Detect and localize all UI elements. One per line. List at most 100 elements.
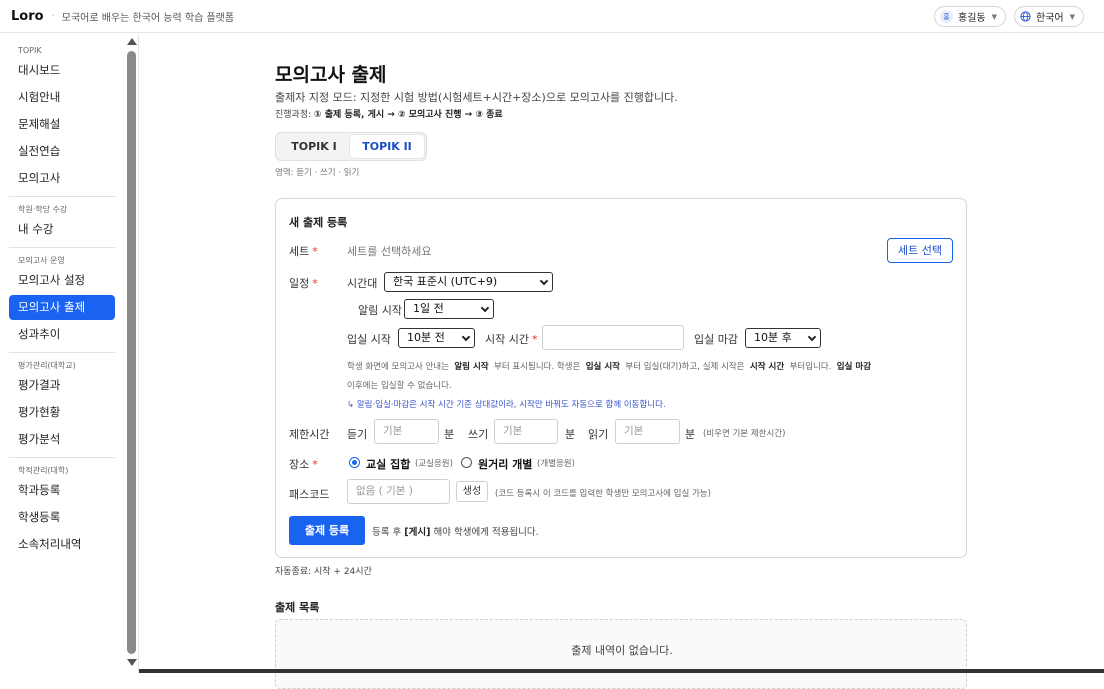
scrollbar-thumb[interactable]	[127, 51, 136, 654]
passcode-hint: (코드 등록시 이 코드를 입력한 학생만 모의고사에 입실 가능)	[495, 489, 711, 499]
sidebar-section-label: TOPIK	[18, 46, 42, 55]
time-limit-label: 제한시간	[289, 428, 330, 441]
reading-minute-unit: 분	[685, 428, 696, 441]
start-time-input[interactable]	[542, 325, 684, 350]
place-remote-label[interactable]: 원거리 개별	[478, 456, 532, 472]
sidebar-section-label: 모의고사 운영	[18, 256, 65, 265]
language-selector[interactable]: 한국어 ▼	[1014, 6, 1084, 27]
user-name: 홍길동	[958, 13, 986, 24]
chevron-down-icon	[539, 276, 549, 286]
sidebar-divider	[9, 352, 115, 353]
sidebar-item[interactable]: 시험안내	[9, 85, 115, 110]
page-description: 출제자 지정 모드: 지정한 시험 방법(시험세트+시간+장소)으로 모의고사를…	[275, 91, 678, 104]
submit-note: 등록 후 [게시] 해야 학생에게 적용됩니다.	[372, 527, 539, 538]
reading-time-input[interactable]: 기본	[615, 419, 680, 444]
sidebar-item[interactable]: 소속처리내역	[9, 532, 115, 557]
entry-start-select[interactable]: 10분 전	[398, 328, 475, 348]
tab-topik-2[interactable]: TOPIK II	[350, 135, 424, 158]
chevron-down-icon: ▼	[991, 12, 997, 21]
place-remote-radio[interactable]	[461, 457, 472, 468]
sidebar-section-label: 학적관리(대학)	[18, 466, 69, 475]
tagline: 모국어로 배우는 한국어 능력 학습 플랫폼	[61, 12, 235, 24]
sidebar-divider	[9, 247, 115, 248]
chevron-down-icon	[807, 332, 817, 342]
set-placeholder: 세트를 선택하세요	[347, 245, 432, 258]
sidebar-nav: TOPIK 대시보드 시험안내 문제해설 실전연습 모의고사학원·학당 수강내 수강모의고…	[9, 34, 115, 559]
timezone-label: 시간대	[347, 277, 378, 290]
select-set-button[interactable]: 세트 선택	[887, 238, 953, 263]
place-label: 장소 *	[289, 458, 318, 471]
auto-end-text: 자동종료: 시작 + 24시간	[275, 567, 372, 577]
sidebar-item[interactable]: 학생등록	[9, 505, 115, 530]
sidebar-item[interactable]: 실전연습	[9, 139, 115, 164]
time-limit-hint: (비우면 기본 제한시간)	[703, 429, 786, 439]
empty-message: 출제 내역이 없습니다.	[571, 644, 673, 657]
place-classroom-label[interactable]: 교실 집합	[366, 456, 410, 472]
page-title: 모의고사 출제	[275, 64, 387, 86]
sidebar-divider	[9, 457, 115, 458]
entry-start-label: 입실 시작	[347, 333, 391, 346]
schedule-label: 일정 *	[289, 277, 318, 290]
sidebar-item[interactable]: 대시보드	[9, 58, 115, 83]
listening-minute-unit: 분	[444, 428, 455, 441]
registration-list-empty: 출제 내역이 없습니다.	[275, 619, 967, 689]
set-label: 세트 *	[289, 245, 318, 258]
chevron-down-icon: ▼	[1069, 12, 1075, 21]
sidebar-item[interactable]: 성과추이	[9, 322, 115, 347]
sidebar-item[interactable]: 모의고사	[9, 166, 115, 191]
notify-start-label: 알림 시작	[358, 304, 402, 317]
new-registration-form: 새 출제 등록 세트 * 세트를 선택하세요 세트 선택 일정 * 시간대 한국 표…	[275, 198, 967, 558]
sidebar-item[interactable]: 문제해설	[9, 112, 115, 137]
listening-label: 듣기	[347, 428, 368, 441]
globe-icon	[1020, 11, 1031, 22]
generate-passcode-button[interactable]: 생성	[456, 481, 488, 502]
entry-end-label: 입실 마감	[694, 333, 738, 346]
writing-time-input[interactable]: 기본	[494, 419, 558, 444]
schedule-note-line2: 이후에는 입실할 수 없습니다.	[347, 381, 452, 391]
chevron-down-icon	[480, 303, 490, 313]
scroll-down-arrow-icon[interactable]	[127, 659, 137, 666]
start-time-label: 시작 시간 *	[485, 333, 538, 346]
language-label: 한국어	[1036, 13, 1064, 24]
place-classroom-sub: (교실응원)	[415, 459, 453, 469]
submit-registration-button[interactable]: 출제 등록	[289, 516, 365, 545]
tab-topik-1[interactable]: TOPIK I	[278, 135, 350, 158]
sidebar-item[interactable]: 평가결과	[9, 373, 115, 398]
entry-end-select[interactable]: 10분 후	[745, 328, 821, 348]
writing-label: 쓰기	[468, 428, 489, 441]
areas-text: 영역: 듣기 · 쓰기 · 읽기	[275, 168, 360, 178]
writing-minute-unit: 분	[565, 428, 576, 441]
schedule-note: 학생 화면에 모의고사 안내는 알림 시작 부터 표시됩니다. 학생은 입실 시…	[347, 362, 872, 372]
registration-list-title: 출제 목록	[275, 601, 320, 614]
listening-time-input[interactable]: 기본	[374, 419, 439, 444]
avatar: 홍	[940, 10, 953, 23]
sidebar-item[interactable]: 내 수강	[9, 217, 115, 242]
sidebar-section-label: 평가관리(대학교)	[18, 361, 76, 370]
sidebar-item[interactable]: 학과등록	[9, 478, 115, 503]
place-remote-sub: (개별응원)	[537, 459, 575, 469]
brand-separator: ·	[51, 10, 55, 22]
sidebar-divider	[9, 196, 115, 197]
sidebar-scrollbar[interactable]	[126, 34, 137, 673]
process-flow: 진행과정: ① 출제 등록, 게시 → ② 모의고사 진행 → ③ 종료	[275, 110, 503, 120]
sidebar-item[interactable]: 평가현황	[9, 400, 115, 425]
passcode-label: 패스코드	[289, 488, 330, 501]
sidebar-item[interactable]: 평가분석	[9, 427, 115, 452]
passcode-input[interactable]: 없음 ( 기본 )	[347, 479, 450, 504]
chevron-down-icon	[461, 332, 471, 342]
reading-label: 읽기	[588, 428, 609, 441]
bottom-overlay-strip	[139, 669, 1104, 673]
top-bar: Loro · 모국어로 배우는 한국어 능력 학습 플랫폼 홍 홍길동 ▼ 한국…	[0, 0, 1104, 33]
scroll-up-arrow-icon[interactable]	[127, 38, 137, 45]
sidebar-item[interactable]: 모의고사 출제	[9, 295, 115, 320]
user-menu-button[interactable]: 홍 홍길동 ▼	[934, 6, 1006, 27]
brand-logo[interactable]: Loro	[11, 9, 44, 24]
exam-level-tabs: TOPIK I TOPIK II	[275, 132, 427, 161]
sidebar-section-label: 학원·학당 수강	[18, 205, 68, 214]
notify-start-select[interactable]: 1일 전	[404, 299, 494, 319]
place-classroom-radio[interactable]	[349, 457, 360, 468]
timezone-select[interactable]: 한국 표준시 (UTC+9)	[384, 272, 553, 292]
form-title: 새 출제 등록	[289, 216, 348, 229]
sidebar: TOPIK 대시보드 시험안내 문제해설 실전연습 모의고사학원·학당 수강내 수강모의고…	[0, 34, 139, 673]
sidebar-item[interactable]: 모의고사 설정	[9, 268, 115, 293]
